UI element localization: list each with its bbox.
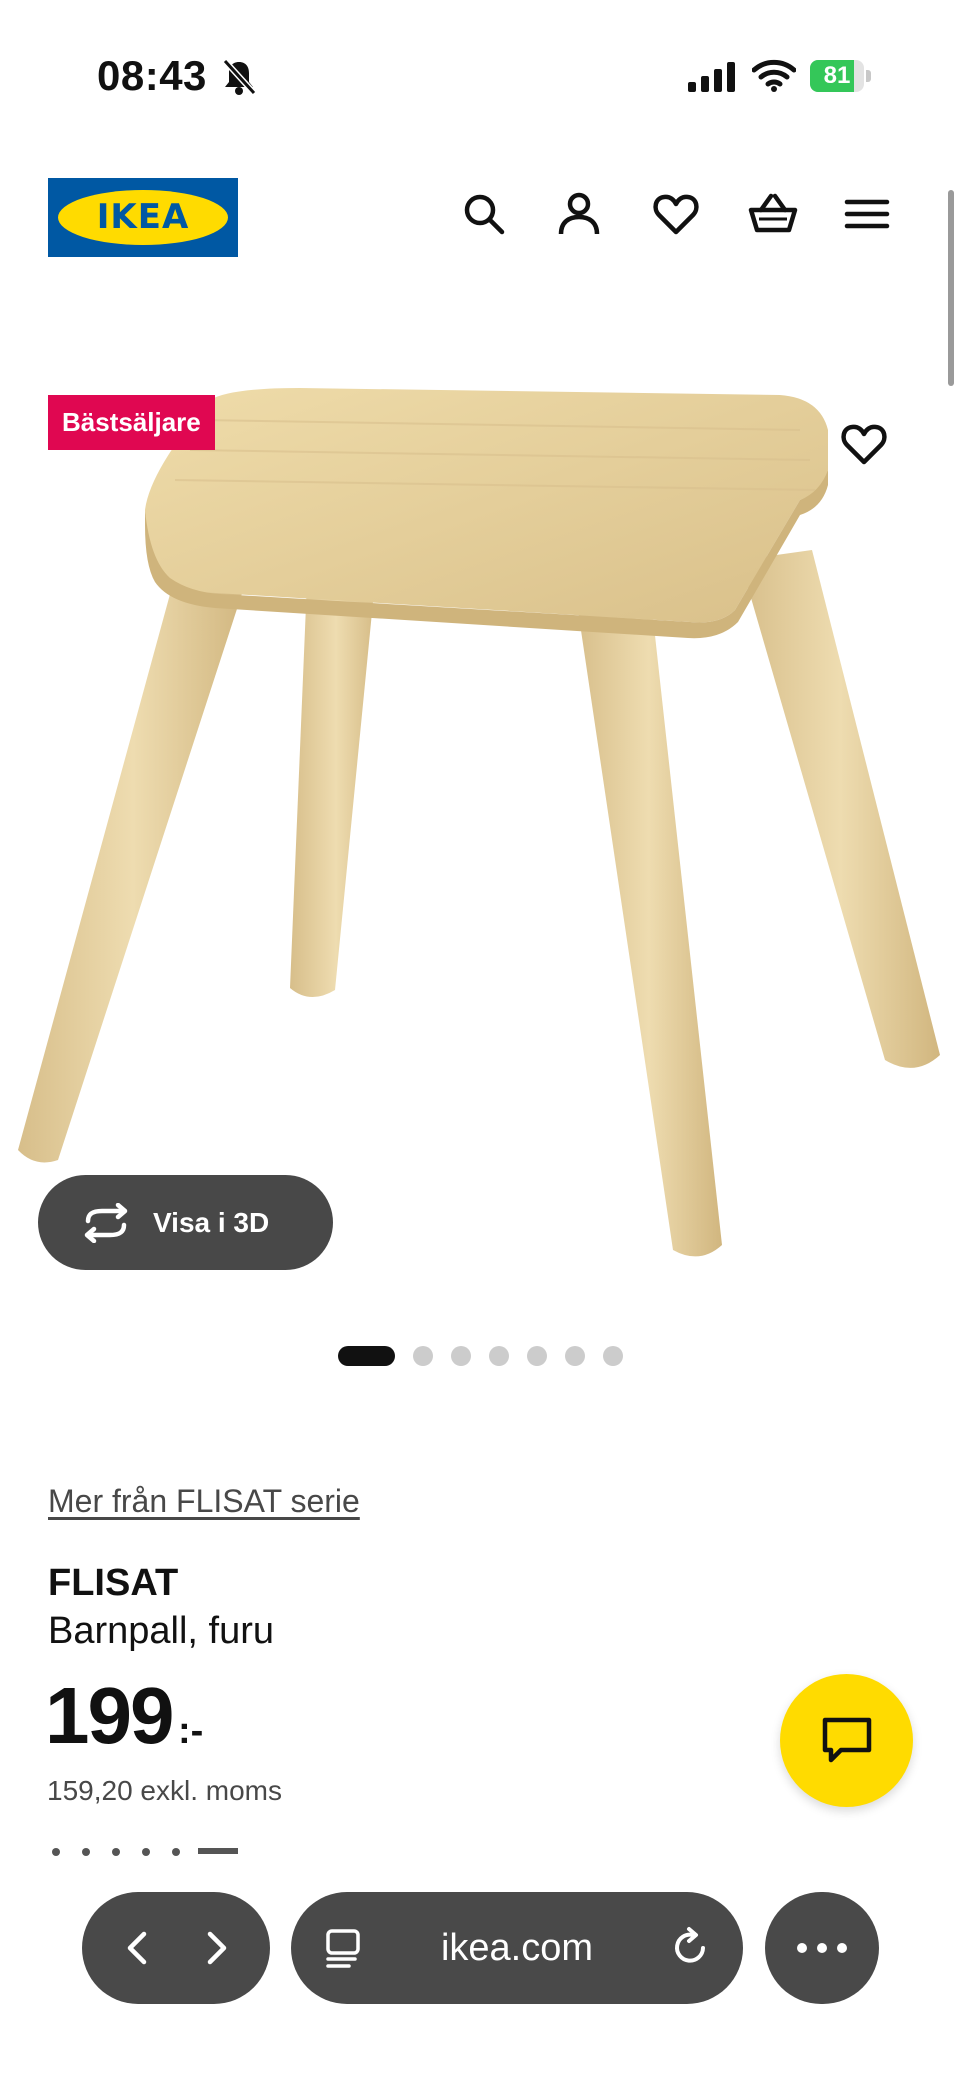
cellular-signal-icon	[688, 62, 736, 97]
add-to-favourites-icon[interactable]	[840, 420, 888, 468]
favourites-icon[interactable]	[652, 190, 700, 238]
browser-nav-group	[82, 1892, 270, 2004]
rotate-3d-icon	[80, 1202, 132, 1248]
product-image[interactable]	[0, 360, 960, 1300]
shopping-basket-icon[interactable]	[747, 190, 798, 238]
view-in-3d-label: Visa i 3D	[153, 1207, 270, 1238]
price-excl-vat: 159,20 exkl. moms	[47, 1775, 282, 1806]
product-name: FLISAT	[48, 1562, 179, 1604]
carousel-dot[interactable]	[603, 1346, 623, 1366]
carousel-dot[interactable]	[338, 1346, 395, 1366]
carousel-dot[interactable]	[527, 1346, 547, 1366]
back-icon[interactable]	[110, 1920, 166, 1976]
logo-text: IKEA	[96, 197, 190, 237]
account-icon[interactable]	[555, 190, 603, 238]
carousel-dot[interactable]	[451, 1346, 471, 1366]
ikea-logo[interactable]: IKEA	[48, 178, 238, 257]
status-time: 08:43	[97, 52, 207, 99]
wifi-icon	[751, 58, 797, 97]
bestseller-badge: Bästsäljare	[48, 395, 215, 450]
rating-row-cut-off	[48, 1838, 348, 1856]
reload-icon[interactable]	[669, 1926, 711, 1973]
price-suffix: :-	[178, 1710, 204, 1752]
series-link[interactable]: Mer från FLISAT serie	[48, 1483, 360, 1520]
menu-icon[interactable]	[843, 190, 891, 238]
battery-percent: 81	[823, 62, 851, 89]
carousel-dot[interactable]	[489, 1346, 509, 1366]
search-icon[interactable]	[460, 190, 508, 238]
page-scrollbar[interactable]	[948, 190, 954, 386]
product-price: 199	[45, 1671, 174, 1760]
more-options-button[interactable]	[765, 1892, 879, 2004]
product-description: Barnpall, furu	[48, 1610, 275, 1652]
battery-charging-icon: 81	[810, 60, 872, 92]
carousel-dot[interactable]	[565, 1346, 585, 1366]
view-in-3d-button[interactable]: Visa i 3D	[38, 1175, 333, 1270]
forward-icon[interactable]	[188, 1920, 244, 1976]
chat-icon	[822, 1717, 872, 1763]
ellipsis-icon	[797, 1943, 847, 1953]
carousel-dot[interactable]	[413, 1346, 433, 1366]
chat-button[interactable]	[780, 1674, 913, 1807]
bell-slash-icon	[222, 58, 257, 101]
status-bar: 08:43 81	[0, 0, 960, 130]
address-bar[interactable]: ikea.com	[291, 1892, 743, 2004]
